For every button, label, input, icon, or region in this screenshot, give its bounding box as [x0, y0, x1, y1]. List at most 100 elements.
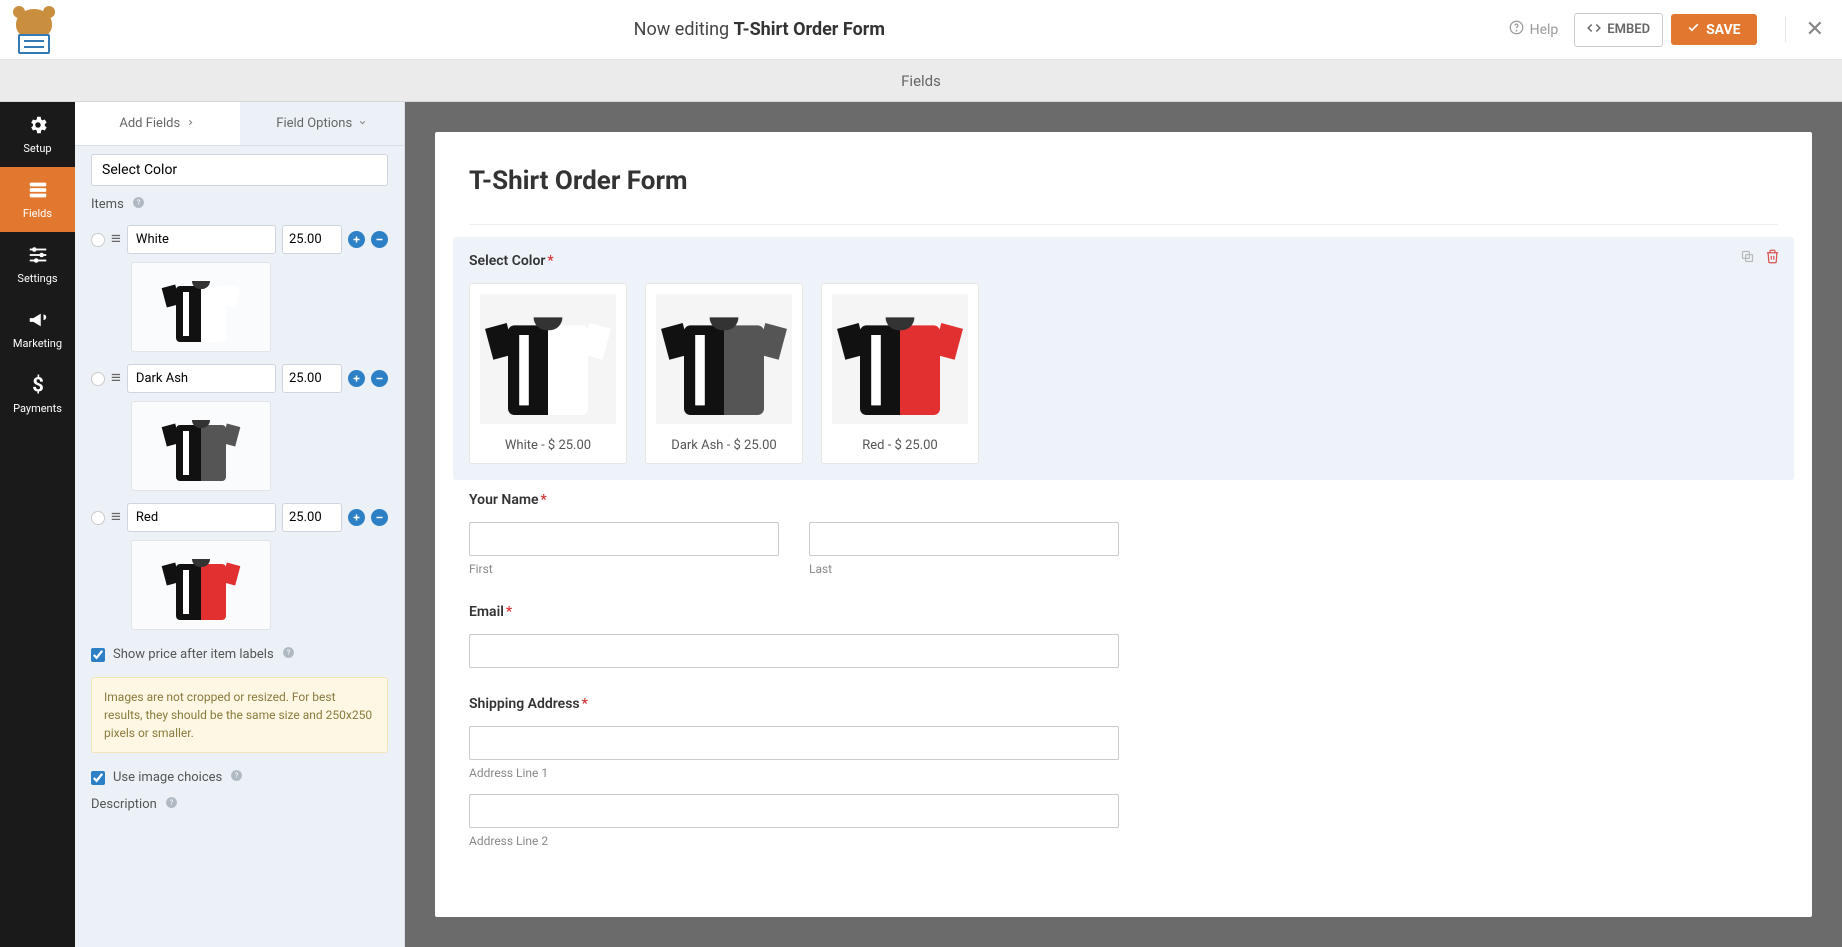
nav-fields[interactable]: Fields: [0, 167, 75, 232]
nav-label: Payments: [13, 402, 62, 415]
sublabel: Address Line 1: [469, 766, 1119, 780]
choice-caption: Red - $ 25.00: [832, 438, 968, 453]
trash-icon[interactable]: [1765, 249, 1780, 268]
sliders-icon: [27, 244, 49, 266]
remove-item-button[interactable]: [371, 509, 388, 526]
item-row: ≡: [91, 364, 388, 393]
description-header: Description ?: [91, 796, 388, 813]
help-icon: ?: [165, 796, 178, 813]
add-item-button[interactable]: [348, 509, 365, 526]
item-name-input[interactable]: [127, 225, 276, 254]
field-label: Your Name*: [469, 492, 1778, 508]
svg-text:?: ?: [286, 648, 290, 657]
help-icon: ?: [282, 646, 295, 663]
nav-setup[interactable]: Setup: [0, 102, 75, 167]
email-input[interactable]: [469, 634, 1119, 668]
chevron-right-icon: [186, 116, 195, 131]
field-select-color[interactable]: Select Color* White - $ 25.00 Dark Ash -…: [453, 237, 1794, 480]
field-label-input[interactable]: [91, 154, 388, 186]
field-label: Shipping Address*: [469, 696, 1778, 712]
nav-settings[interactable]: Settings: [0, 232, 75, 297]
choice-image: [480, 294, 616, 424]
item-price-input[interactable]: [282, 225, 342, 254]
form-title: T-Shirt Order Form: [469, 166, 1778, 196]
check-icon: [1687, 21, 1700, 38]
save-button[interactable]: SAVE: [1671, 14, 1757, 45]
svg-text:$: $: [32, 374, 44, 396]
tab-field-options[interactable]: Field Options: [240, 102, 405, 145]
address-line1-input[interactable]: [469, 726, 1119, 760]
sublabel: First: [469, 562, 779, 576]
item-row: ≡: [91, 503, 388, 532]
left-nav: Setup Fields Settings Marketing: [0, 102, 75, 947]
item-row: ≡: [91, 225, 388, 254]
field-email[interactable]: Email*: [469, 604, 1778, 668]
svg-text:?: ?: [170, 798, 174, 807]
last-name-input[interactable]: [809, 522, 1119, 556]
sublabel: Address Line 2: [469, 834, 1119, 848]
embed-button[interactable]: EMBED: [1574, 13, 1663, 47]
add-item-button[interactable]: [348, 370, 365, 387]
add-item-button[interactable]: [348, 231, 365, 248]
gear-icon: [27, 114, 49, 136]
remove-item-button[interactable]: [371, 231, 388, 248]
item-thumbnail[interactable]: [131, 540, 271, 630]
form-canvas: T-Shirt Order Form Select Color* White -…: [435, 132, 1812, 917]
close-button[interactable]: ✕: [1785, 17, 1824, 42]
choice-image: [832, 294, 968, 424]
item-name-input[interactable]: [127, 503, 276, 532]
close-icon: ✕: [1806, 17, 1824, 42]
item-name-input[interactable]: [127, 364, 276, 393]
radio-icon[interactable]: [91, 511, 105, 525]
fields-icon: [27, 179, 49, 201]
item-thumbnail[interactable]: [131, 401, 271, 491]
nav-marketing[interactable]: Marketing: [0, 297, 75, 362]
nav-label: Marketing: [13, 337, 62, 350]
drag-handle-icon[interactable]: ≡: [111, 231, 121, 248]
first-name-input[interactable]: [469, 522, 779, 556]
notice-box: Images are not cropped or resized. For b…: [91, 677, 388, 753]
radio-icon[interactable]: [91, 372, 105, 386]
item-price-input[interactable]: [282, 364, 342, 393]
address-line2-input[interactable]: [469, 794, 1119, 828]
subheader: Fields: [0, 60, 1842, 102]
nav-payments[interactable]: $ Payments: [0, 362, 75, 427]
megaphone-icon: [27, 309, 49, 331]
help-icon: ?: [132, 196, 145, 213]
color-choice-card[interactable]: Red - $ 25.00: [821, 283, 979, 464]
field-address[interactable]: Shipping Address* Address Line 1 Address…: [469, 696, 1778, 848]
field-label: Email*: [469, 604, 1778, 620]
sidebar: Add Fields Field Options Items ? ≡: [75, 102, 405, 947]
drag-handle-icon[interactable]: ≡: [111, 370, 121, 387]
canvas-wrap: T-Shirt Order Form Select Color* White -…: [405, 102, 1842, 947]
field-label: Select Color*: [469, 253, 1778, 269]
show-price-checkbox[interactable]: Show price after item labels ?: [91, 646, 388, 663]
use-image-checkbox[interactable]: Use image choices ?: [91, 769, 388, 786]
help-button[interactable]: Help: [1501, 20, 1567, 39]
radio-icon[interactable]: [91, 233, 105, 247]
remove-item-button[interactable]: [371, 370, 388, 387]
item-thumbnail[interactable]: [131, 262, 271, 352]
tab-add-fields[interactable]: Add Fields: [75, 102, 240, 145]
duplicate-icon[interactable]: [1740, 249, 1755, 268]
item-price-input[interactable]: [282, 503, 342, 532]
svg-text:?: ?: [137, 198, 141, 207]
choice-caption: White - $ 25.00: [480, 438, 616, 453]
brand-logo: [10, 6, 58, 54]
nav-label: Settings: [17, 272, 57, 285]
nav-label: Setup: [23, 142, 51, 155]
choice-image: [656, 294, 792, 424]
color-choice-card[interactable]: White - $ 25.00: [469, 283, 627, 464]
help-icon: [1509, 20, 1524, 39]
dollar-icon: $: [27, 374, 49, 396]
topbar: Now editing T-Shirt Order Form Help EMBE…: [0, 0, 1842, 60]
nav-label: Fields: [23, 207, 52, 220]
sublabel: Last: [809, 562, 1119, 576]
choice-caption: Dark Ash - $ 25.00: [656, 438, 792, 453]
help-icon: ?: [230, 769, 243, 786]
color-choice-card[interactable]: Dark Ash - $ 25.00: [645, 283, 803, 464]
drag-handle-icon[interactable]: ≡: [111, 509, 121, 526]
items-header: Items ?: [91, 196, 388, 213]
field-your-name[interactable]: Your Name* First Last: [469, 492, 1778, 576]
page-title: Now editing T-Shirt Order Form: [18, 19, 1501, 40]
